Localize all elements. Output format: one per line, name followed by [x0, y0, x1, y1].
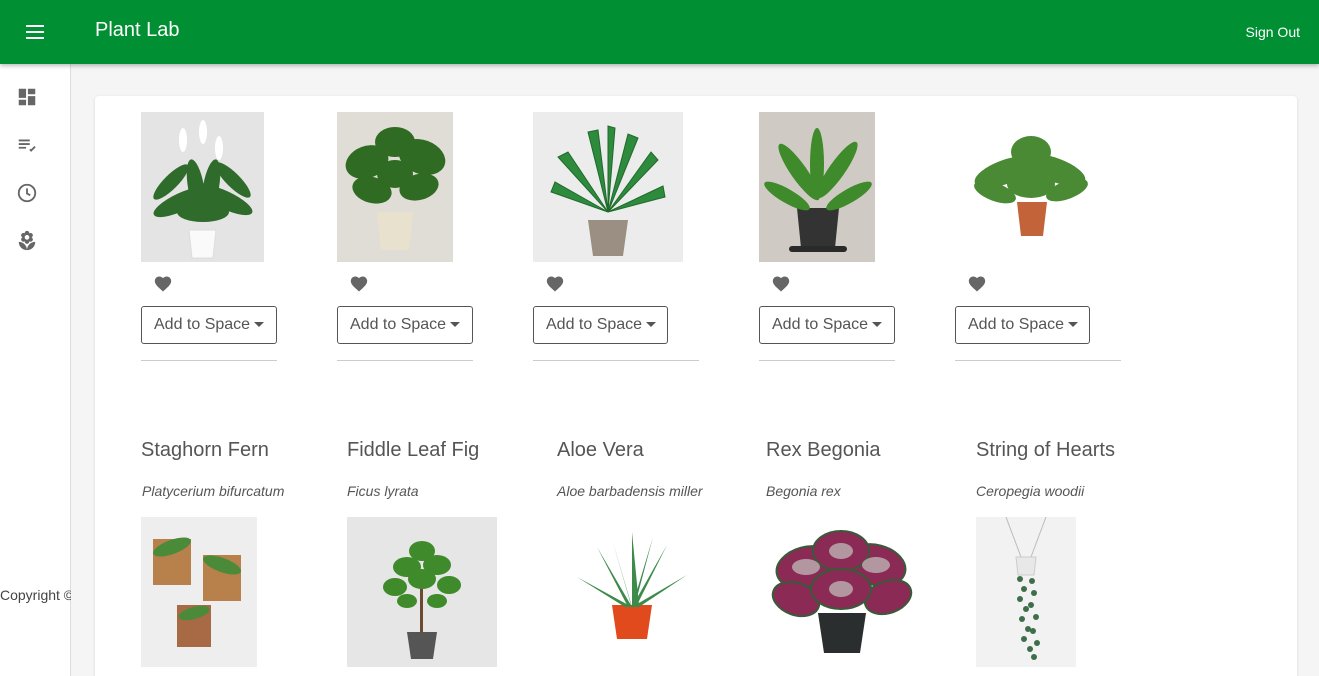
plant-tile: Add to Space [141, 112, 277, 361]
add-to-space-dropdown[interactable]: Add to Space [955, 306, 1090, 344]
fiddle-leaf-fig-image[interactable] [347, 517, 497, 667]
scientific-name: Begonia rex [766, 483, 841, 499]
add-to-space-dropdown[interactable]: Add to Space [533, 306, 668, 344]
divider [141, 360, 277, 361]
divider [759, 360, 895, 361]
caret-down-icon [646, 321, 657, 327]
add-to-space-dropdown[interactable]: Add to Space [141, 306, 277, 344]
heart-icon[interactable] [349, 274, 369, 292]
heart-icon[interactable] [967, 274, 987, 292]
menu-icon[interactable] [22, 20, 48, 44]
plant-name: String of Hearts [976, 439, 1115, 461]
aloe-vera-image[interactable] [557, 517, 707, 667]
scientific-name: Ceropegia woodii [976, 483, 1085, 499]
plant-name: Staghorn Fern [141, 439, 269, 461]
add-to-space-dropdown[interactable]: Add to Space [759, 306, 895, 344]
caret-down-icon [450, 321, 461, 327]
sidebar: Copyright © [0, 64, 71, 676]
heart-icon[interactable] [545, 274, 565, 292]
add-to-space-label: Add to Space [772, 316, 869, 333]
plant-tile: Add to Space [955, 112, 1121, 361]
clock-icon[interactable] [16, 182, 38, 204]
divider [533, 360, 699, 361]
caret-down-icon [872, 321, 883, 327]
add-to-space-label: Add to Space [350, 316, 447, 333]
caret-down-icon [254, 321, 265, 327]
rex-begonia-image[interactable] [766, 517, 916, 667]
string-of-hearts-image[interactable] [976, 517, 1076, 667]
sign-out-button[interactable]: Sign Out [1246, 24, 1300, 40]
heart-icon[interactable] [153, 274, 173, 292]
add-to-space-dropdown[interactable]: Add to Space [337, 306, 473, 344]
birds-nest-fern-image[interactable] [759, 112, 875, 262]
scientific-name: Platycerium bifurcatum [142, 483, 285, 499]
copyright-text: Copyright © [0, 587, 71, 603]
dashboard-icon[interactable] [16, 86, 38, 108]
peace-lily-image[interactable] [141, 112, 264, 262]
plant-tile: Add to Space [533, 112, 699, 361]
add-to-space-label: Add to Space [968, 316, 1065, 333]
heart-icon[interactable] [771, 274, 791, 292]
philodendron-image[interactable] [533, 112, 683, 262]
plant-catalog-card: Add to Space Add to Space Add to Space A… [95, 96, 1297, 676]
rabbit-foot-fern-image[interactable] [955, 112, 1105, 262]
add-to-space-label: Add to Space [546, 316, 643, 333]
plant-name: Aloe Vera [557, 439, 644, 461]
playlist-check-icon[interactable] [16, 134, 38, 156]
monstera-image[interactable] [337, 112, 453, 262]
scientific-name: Aloe barbadensis miller [557, 483, 703, 499]
plant-tile: Add to Space [759, 112, 895, 361]
add-to-space-label: Add to Space [154, 316, 251, 333]
divider [337, 360, 473, 361]
plant-icon[interactable] [16, 230, 38, 252]
caret-down-icon [1068, 321, 1079, 327]
app-title: Plant Lab [95, 19, 180, 41]
scientific-name: Ficus lyrata [347, 483, 419, 499]
plant-name: Fiddle Leaf Fig [347, 439, 480, 461]
divider [955, 360, 1121, 361]
plant-name: Rex Begonia [766, 439, 881, 461]
plant-tile: Add to Space [337, 112, 473, 361]
staghorn-fern-image[interactable] [141, 517, 257, 667]
app-bar: Plant Lab Sign Out [0, 0, 1319, 64]
